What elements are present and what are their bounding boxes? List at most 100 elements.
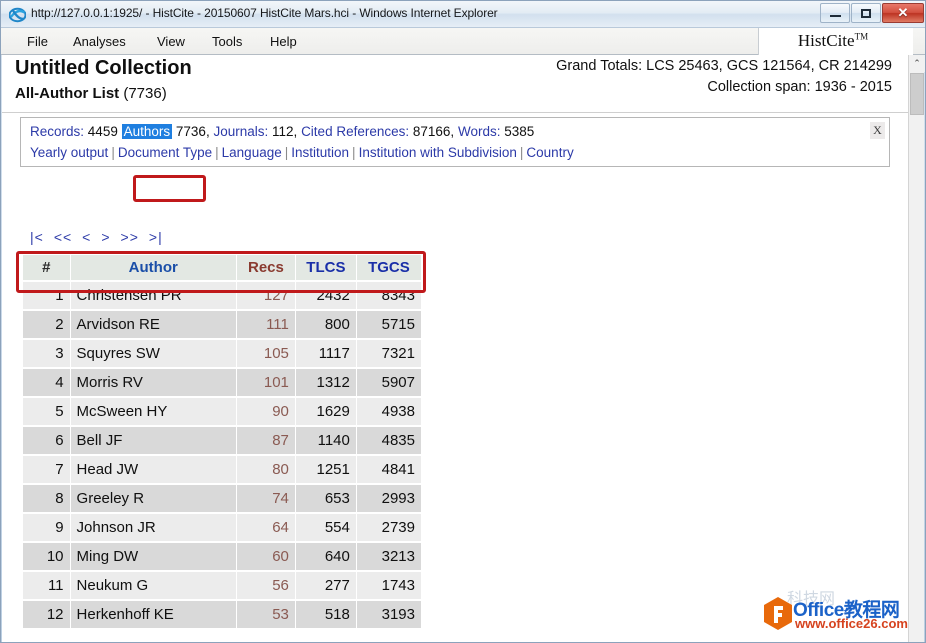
cell-num: 3 <box>23 340 70 367</box>
cell-tgcs: 3193 <box>356 601 421 628</box>
cell-auth[interactable]: Arvidson RE <box>70 311 236 338</box>
cell-auth[interactable]: McSween HY <box>70 398 236 425</box>
cell-tlcs: 1629 <box>295 398 356 425</box>
cell-recs: 87 <box>236 427 295 454</box>
menu-item-tools[interactable]: Tools <box>208 33 246 50</box>
link-yearly-output[interactable]: Yearly output <box>30 145 108 160</box>
close-panel-button[interactable]: X <box>870 122 885 139</box>
records-label[interactable]: Records: <box>30 124 84 139</box>
cell-tgcs: 1743 <box>356 572 421 599</box>
table-row[interactable]: 6 Bell JF 87 1140 4835 <box>23 427 421 454</box>
cell-recs: 80 <box>236 456 295 483</box>
pager-first[interactable]: |< <box>30 229 44 245</box>
menu-item-analyses[interactable]: Analyses <box>69 33 130 50</box>
link-separator: | <box>284 145 289 160</box>
minimize-button[interactable] <box>820 3 850 23</box>
journals-label[interactable]: Journals: <box>213 124 268 139</box>
cell-recs: 101 <box>236 369 295 396</box>
words-label[interactable]: Words: <box>458 124 501 139</box>
menu-item-file[interactable]: File <box>23 33 52 50</box>
cell-auth[interactable]: Greeley R <box>70 485 236 512</box>
cell-tlcs: 1312 <box>295 369 356 396</box>
cell-tgcs: 4841 <box>356 456 421 483</box>
cell-tlcs: 800 <box>295 311 356 338</box>
cell-num: 9 <box>23 514 70 541</box>
cell-auth[interactable]: Ming DW <box>70 543 236 570</box>
cell-tlcs: 518 <box>295 601 356 628</box>
cell-auth[interactable]: Bell JF <box>70 427 236 454</box>
column-header-number[interactable]: # <box>23 255 70 280</box>
browser-window: http://127.0.0.1:1925/ - HistCite - 2015… <box>0 0 926 643</box>
link-country[interactable]: Country <box>526 145 573 160</box>
cell-auth[interactable]: Johnson JR <box>70 514 236 541</box>
cell-auth[interactable]: Herkenhoff KE <box>70 601 236 628</box>
column-header-tgcs[interactable]: TGCS <box>356 255 421 280</box>
column-header-tlcs[interactable]: TLCS <box>295 255 356 280</box>
link-institution-with-subdivision[interactable]: Institution with Subdivision <box>359 145 517 160</box>
cell-tgcs: 3213 <box>356 543 421 570</box>
table-row[interactable]: 4 Morris RV 101 1312 5907 <box>23 369 421 396</box>
author-list-table: # Author Recs TLCS TGCS 1 Christensen PR 1… <box>22 253 422 630</box>
cell-auth[interactable]: Head JW <box>70 456 236 483</box>
link-document-type[interactable]: Document Type <box>118 145 212 160</box>
cell-tlcs: 1251 <box>295 456 356 483</box>
scrollbar-thumb[interactable] <box>910 73 924 115</box>
cell-tlcs: 1117 <box>295 340 356 367</box>
cell-num: 10 <box>23 543 70 570</box>
column-header-recs[interactable]: Recs <box>236 255 295 280</box>
pager-next[interactable]: > <box>101 229 110 245</box>
internet-explorer-icon <box>9 7 26 23</box>
table-row[interactable]: 2 Arvidson RE 111 800 5715 <box>23 311 421 338</box>
pager-prev[interactable]: < <box>82 229 91 245</box>
journals-value: 112, <box>272 124 298 139</box>
cell-num: 5 <box>23 398 70 425</box>
cell-tlcs: 640 <box>295 543 356 570</box>
cell-auth[interactable]: Christensen PR <box>70 282 236 309</box>
cell-recs: 105 <box>236 340 295 367</box>
window-titlebar: http://127.0.0.1:1925/ - HistCite - 2015… <box>1 1 925 28</box>
cell-recs: 127 <box>236 282 295 309</box>
pager-next-block[interactable]: >> <box>121 229 139 245</box>
pager-last[interactable]: >| <box>149 229 163 245</box>
cell-auth[interactable]: Neukum G <box>70 572 236 599</box>
table-row[interactable]: 10 Ming DW 60 640 3213 <box>23 543 421 570</box>
cell-recs: 64 <box>236 514 295 541</box>
table-row[interactable]: 8 Greeley R 74 653 2993 <box>23 485 421 512</box>
cell-recs: 111 <box>236 311 295 338</box>
link-language[interactable]: Language <box>222 145 282 160</box>
maximize-button[interactable] <box>851 3 881 23</box>
cell-tgcs: 8343 <box>356 282 421 309</box>
link-institution[interactable]: Institution <box>291 145 349 160</box>
link-separator: | <box>111 145 115 160</box>
table-header-row: # Author Recs TLCS TGCS <box>23 255 421 280</box>
histcite-brand-text: HistCite <box>797 31 855 50</box>
table-row[interactable]: 3 Squyres SW 105 1117 7321 <box>23 340 421 367</box>
page-vertical-scrollbar[interactable]: ⌃ <box>908 55 925 642</box>
column-header-author[interactable]: Author <box>70 255 236 280</box>
authors-link[interactable]: Authors <box>121 124 173 139</box>
cell-tlcs: 653 <box>295 485 356 512</box>
table-row[interactable]: 9 Johnson JR 64 554 2739 <box>23 514 421 541</box>
cell-auth[interactable]: Morris RV <box>70 369 236 396</box>
minimize-icon <box>821 4 849 22</box>
cell-tgcs: 4835 <box>356 427 421 454</box>
cell-tgcs: 5715 <box>356 311 421 338</box>
cell-num: 2 <box>23 311 70 338</box>
words-value: 5385 <box>504 124 535 139</box>
table-row[interactable]: 7 Head JW 80 1251 4841 <box>23 456 421 483</box>
menu-item-view[interactable]: View <box>153 33 189 50</box>
table-row[interactable]: 12 Herkenhoff KE 53 518 3193 <box>23 601 421 628</box>
trademark-symbol: TM <box>854 31 869 42</box>
cell-tgcs: 4938 <box>356 398 421 425</box>
cited-references-label[interactable]: Cited References: <box>301 124 409 139</box>
table-row[interactable]: 11 Neukum G 56 277 1743 <box>23 572 421 599</box>
table-row[interactable]: 1 Christensen PR 127 2432 8343 <box>23 282 421 309</box>
pager-prev-block[interactable]: << <box>54 229 72 245</box>
menu-item-help[interactable]: Help <box>266 33 301 50</box>
table-row[interactable]: 5 McSween HY 90 1629 4938 <box>23 398 421 425</box>
close-window-button[interactable]: ✕ <box>882 3 924 23</box>
cited-references-value: 87166, <box>412 124 455 139</box>
grand-totals-text: Grand Totals: LCS 25463, GCS 121564, CR … <box>556 58 892 74</box>
scroll-up-arrow-icon[interactable]: ⌃ <box>909 55 925 72</box>
cell-auth[interactable]: Squyres SW <box>70 340 236 367</box>
